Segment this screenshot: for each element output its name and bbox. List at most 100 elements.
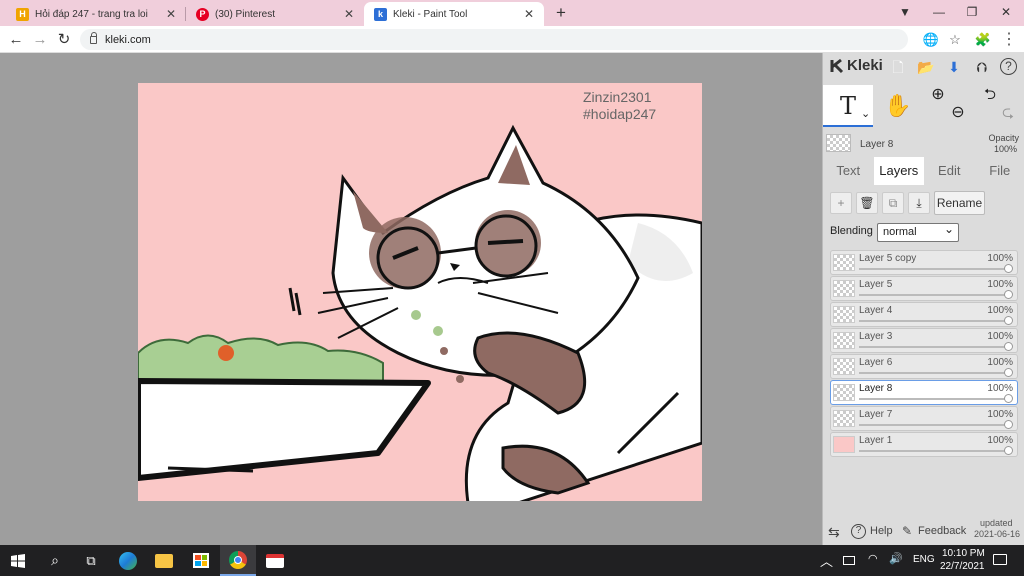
swap-side-icon[interactable]: ⇆ xyxy=(828,524,840,541)
address-bar[interactable]: kleki.com xyxy=(80,29,908,50)
layer-opacity: 100% xyxy=(987,383,1013,394)
translate-icon[interactable]: 🌐 xyxy=(921,30,941,50)
tab-file[interactable]: File xyxy=(975,157,1024,185)
rename-button[interactable]: Rename xyxy=(934,191,985,215)
wifi-icon[interactable]: ◠ xyxy=(868,552,878,565)
language-indicator[interactable]: ENG xyxy=(913,554,935,565)
delete-layer-button[interactable]: 🗑 xyxy=(856,192,878,214)
layer-item[interactable]: Layer 5 100% xyxy=(830,276,1018,301)
duplicate-layer-button[interactable]: ⧉ xyxy=(882,192,904,214)
clock-date[interactable]: 22/7/2021 xyxy=(940,561,985,572)
layer-name: Layer 8 xyxy=(859,383,893,394)
profile-dropdown-icon[interactable]: ▼ xyxy=(890,2,920,22)
tab-pinterest[interactable]: P (30) Pinterest ✕ xyxy=(186,2,364,26)
text-tool-button[interactable]: T ⌄ xyxy=(823,85,873,127)
help-icon[interactable]: ? xyxy=(1000,58,1017,75)
bookmark-star-icon[interactable]: ☆ xyxy=(945,30,965,50)
help-circle-icon[interactable]: ? xyxy=(851,524,866,539)
save-download-icon[interactable]: ⬇ xyxy=(945,58,963,76)
opacity-slider-handle[interactable] xyxy=(1004,264,1013,273)
notifications-icon[interactable] xyxy=(993,554,1007,565)
canvas-workspace[interactable]: Zinzin2301 #hoidap247 xyxy=(0,53,822,545)
browser-toolbar: ← → ↻ kleki.com 🌐 ☆ 🧩 ⋮ xyxy=(0,26,1024,53)
window-close-button[interactable]: ✕ xyxy=(991,2,1021,22)
zoom-in-icon[interactable]: ⊕ xyxy=(929,85,947,127)
layer-item[interactable]: Layer 3 100% xyxy=(830,328,1018,353)
opacity-slider-handle[interactable] xyxy=(1004,342,1013,351)
close-icon[interactable]: ✕ xyxy=(524,7,534,21)
tab-layers[interactable]: Layers xyxy=(873,157,924,185)
opacity-slider-handle[interactable] xyxy=(1004,368,1013,377)
blending-select[interactable]: normal xyxy=(877,221,959,242)
opacity-slider-handle[interactable] xyxy=(1004,290,1013,299)
layer-thumbnail xyxy=(826,134,851,152)
store-icon[interactable] xyxy=(183,545,219,576)
tab-text[interactable]: Text xyxy=(823,157,874,185)
opacity-slider-track[interactable] xyxy=(859,372,1007,374)
chrome-icon[interactable] xyxy=(220,545,256,576)
tab-hoidap[interactable]: H Hỏi đáp 247 - trang tra loi ✕ xyxy=(6,2,186,26)
opacity-slider-track[interactable] xyxy=(859,268,1007,270)
opacity-slider-handle[interactable] xyxy=(1004,446,1013,455)
task-view-icon[interactable]: ⧉ xyxy=(73,545,109,576)
tab-edit[interactable]: Edit xyxy=(924,157,975,185)
back-button[interactable]: ← xyxy=(5,29,27,51)
undo-icon[interactable]: ⮌ xyxy=(981,85,999,127)
tablet-icon[interactable] xyxy=(843,556,855,565)
tab-title: Hỏi đáp 247 - trang tra loi xyxy=(35,8,148,20)
new-file-icon[interactable]: 🗋 xyxy=(889,58,907,76)
merge-layer-button[interactable]: ⤓ xyxy=(908,192,930,214)
close-icon[interactable]: ✕ xyxy=(166,7,176,21)
layer-item[interactable]: Layer 4 100% xyxy=(830,302,1018,327)
feedback-icon[interactable]: ✎ xyxy=(902,524,912,538)
layer-thumbnail xyxy=(833,384,855,401)
clock-time[interactable]: 10:10 PM xyxy=(942,548,985,559)
new-tab-button[interactable]: + xyxy=(551,3,571,23)
layer-opacity: 100% xyxy=(987,357,1013,368)
layer-opacity: 100% xyxy=(987,435,1013,446)
open-folder-icon[interactable]: 📂 xyxy=(917,58,935,76)
layer-item[interactable]: Layer 6 100% xyxy=(830,354,1018,379)
opacity-slider-track[interactable] xyxy=(859,320,1007,322)
opacity-slider-handle[interactable] xyxy=(1004,420,1013,429)
drawing-canvas[interactable]: Zinzin2301 #hoidap247 xyxy=(138,83,702,501)
chevron-down-icon: ⌄ xyxy=(861,108,871,120)
add-layer-button[interactable]: + xyxy=(830,192,852,214)
close-icon[interactable]: ✕ xyxy=(344,7,354,21)
layer-thumbnail xyxy=(833,306,855,323)
layer-opacity: 100% xyxy=(987,279,1013,290)
layer-item[interactable]: Layer 1 100% xyxy=(830,432,1018,457)
opacity-slider-track[interactable] xyxy=(859,346,1007,348)
layer-name: Layer 4 xyxy=(859,305,893,316)
windows-start-icon[interactable] xyxy=(0,545,36,576)
feedback-link[interactable]: Feedback xyxy=(918,525,966,537)
layer-item[interactable]: Layer 7 100% xyxy=(830,406,1018,431)
layer-item[interactable]: Layer 5 copy 100% xyxy=(830,250,1018,275)
tray-chevron-icon[interactable]: ︿ xyxy=(820,551,833,570)
restore-button[interactable]: ❐ xyxy=(957,2,987,22)
file-explorer-icon[interactable] xyxy=(146,545,182,576)
reload-button[interactable]: ↻ xyxy=(53,29,75,51)
browser-menu-icon[interactable]: ⋮ xyxy=(999,30,1019,50)
opacity-slider-track[interactable] xyxy=(859,398,1007,400)
minimize-button[interactable]: — xyxy=(924,2,954,22)
forward-button[interactable]: → xyxy=(29,29,51,51)
opacity-slider-handle[interactable] xyxy=(1004,394,1013,403)
layer-item-selected[interactable]: Layer 8 100% xyxy=(830,380,1018,405)
kleki-logo[interactable]: Kleki xyxy=(829,57,883,74)
opacity-slider-track[interactable] xyxy=(859,450,1007,452)
hand-tool-icon[interactable]: ✋ xyxy=(883,85,913,127)
opacity-slider-track[interactable] xyxy=(859,424,1007,426)
opacity-slider-handle[interactable] xyxy=(1004,316,1013,325)
hoidap-icon: H xyxy=(16,7,29,21)
extension-icon[interactable]: 🧩 xyxy=(973,30,993,50)
opacity-slider-track[interactable] xyxy=(859,294,1007,296)
tab-strip: H Hỏi đáp 247 - trang tra loi ✕ P (30) P… xyxy=(0,0,1024,26)
share-icon[interactable]: ⮉ xyxy=(973,58,991,76)
volume-icon[interactable]: 🔊 xyxy=(889,552,903,565)
search-icon[interactable]: ⌕ xyxy=(37,545,73,576)
help-link[interactable]: Help xyxy=(870,525,893,537)
kleki-app-icon[interactable] xyxy=(257,545,293,576)
tab-kleki[interactable]: k Kleki - Paint Tool ✕ xyxy=(364,2,544,26)
edge-icon[interactable] xyxy=(110,545,146,576)
